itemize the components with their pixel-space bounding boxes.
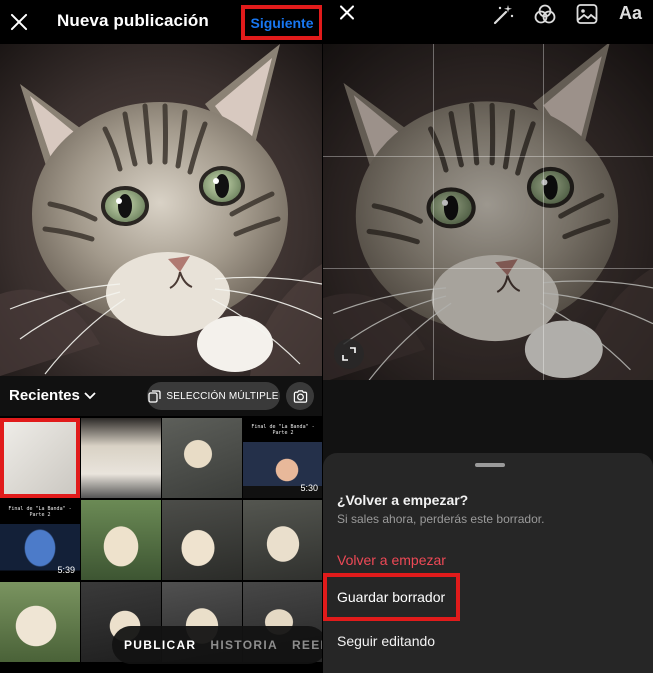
discard-dialog-sheet: ¿Volver a empezar? Si sales ahora, perde… [323,453,653,673]
thumbnail-caption: Final de "La Banda" - Parte 2 [251,424,315,436]
image-icon[interactable] [575,3,599,25]
close-icon[interactable] [337,3,356,22]
magic-wand-icon[interactable] [491,3,515,25]
photo-thumbnail[interactable] [162,418,242,498]
tab-historia[interactable]: HISTORIA [210,638,278,652]
camera-button[interactable] [286,382,314,410]
text-tool-icon[interactable]: Aa [619,3,642,24]
sheet-drag-handle[interactable] [475,463,505,467]
album-label: Recientes [9,387,80,404]
filters-icon[interactable] [533,3,557,25]
chevron-down-icon [84,391,96,399]
video-duration: 5:39 [57,565,75,575]
photo-editor-preview [323,44,653,380]
grid-line [323,268,653,269]
close-icon[interactable] [8,11,30,33]
grid-line [323,156,653,157]
camera-icon [293,389,307,403]
mode-tabs: PUBLICAR HISTORIA REEL [112,626,322,664]
dialog-title: ¿Volver a empezar? [337,492,469,508]
save-draft-button[interactable]: Guardar borrador [323,573,460,621]
photo-thumbnail[interactable] [81,418,161,498]
video-thumbnail[interactable]: Final de "La Banda" - Parte 2 5:39 [0,500,80,580]
cat-photo [0,44,322,376]
save-draft-label: Guardar borrador [337,589,446,605]
photo-preview [0,44,322,376]
new-post-panel: Nueva publicación Siguiente Recientes SE… [0,0,322,673]
restart-button[interactable]: Volver a empezar [337,552,446,568]
multi-select-button[interactable]: SELECCIÓN MÚLTIPLE [147,382,280,410]
expand-crop-button[interactable] [334,339,364,369]
tab-publicar[interactable]: PUBLICAR [124,638,196,652]
grid-line [433,44,434,380]
thumbnail-caption: Final de "La Banda" - Parte 2 [8,506,72,518]
photo-thumbnail[interactable] [0,418,80,498]
multi-select-icon [148,389,161,403]
editor-panel: Aa ¿Volver a empezar? Si sales ahora, pe… [323,0,653,673]
continue-editing-button[interactable]: Seguir editando [337,633,435,649]
photo-thumbnail[interactable] [81,500,161,580]
gallery-bar: Recientes SELECCIÓN MÚLTIPLE [0,376,322,416]
grid-line [543,44,544,380]
photo-thumbnail[interactable] [243,500,322,580]
dialog-subtitle: Si sales ahora, perderás este borrador. [337,512,545,526]
dim-overlay [323,44,653,380]
video-thumbnail[interactable]: Final de "La Banda" - Parte 2 5:30 [243,418,322,498]
next-button[interactable]: Siguiente [241,5,322,40]
photo-thumbnail[interactable] [162,500,242,580]
page-title: Nueva publicación [57,11,209,30]
photo-thumbnail[interactable] [0,582,80,662]
top-bar: Nueva publicación Siguiente [0,0,322,44]
multi-select-label: SELECCIÓN MÚLTIPLE [166,390,279,402]
tab-reel[interactable]: REEL [292,638,322,652]
video-duration: 5:30 [300,483,318,493]
expand-icon [342,347,356,361]
album-selector[interactable]: Recientes [9,387,96,404]
